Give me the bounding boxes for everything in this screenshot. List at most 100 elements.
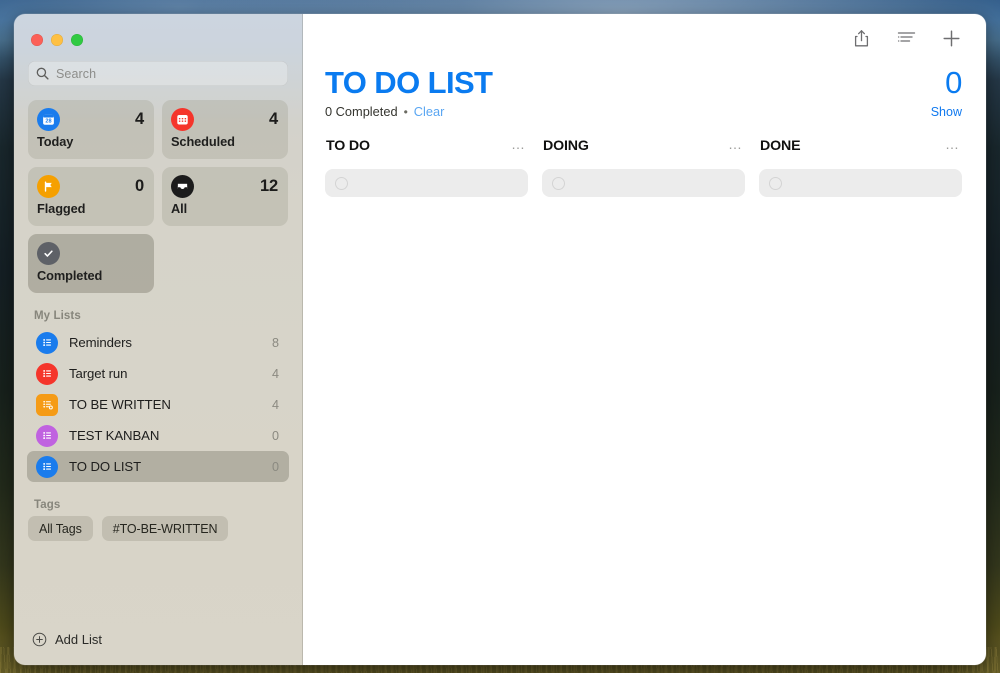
my-lists-heading: My Lists [34,310,81,322]
tag-all-tags[interactable]: All Tags [28,516,93,541]
checkmark-icon [37,242,60,265]
list-bullet-icon [36,331,58,354]
search-icon [36,67,49,80]
list-item-to-do-list[interactable]: TO DO LIST 0 [27,451,289,482]
today-count: 4 [135,110,144,128]
smart-list-scheduled[interactable]: 4 Scheduled [162,100,288,159]
close-button[interactable] [31,33,43,46]
column-title: TO DO [326,137,370,154]
smart-list-all[interactable]: 12 All [162,167,288,226]
new-task-row[interactable] [542,169,745,198]
kanban-board: TO DO … DOING … DONE … [303,119,986,665]
search-placeholder: Search [56,66,97,81]
window-controls [14,14,302,51]
list-bullet-icon [36,362,58,385]
my-lists: Reminders 8 Target run 4 TO BE WRITTEN 4… [14,327,302,482]
show-completed-link[interactable]: Show [931,105,962,119]
list-bullet-icon [36,424,58,447]
plus-circle-icon [32,632,47,647]
task-checkbox-icon[interactable] [769,176,782,190]
tag-to-be-written[interactable]: #TO-BE-WRITTEN [101,516,229,541]
list-item-count: 4 [271,397,279,412]
list-item-label: TO DO LIST [69,459,142,474]
svg-text:28: 28 [45,119,51,125]
all-count: 12 [260,177,278,195]
tags-heading: Tags [34,499,61,511]
header-top-row: TO DO LIST 0 [325,65,962,100]
desktop-background: Search 28 4 Today 4 Scheduled 0 Flagged … [0,0,1000,673]
smart-list-flagged[interactable]: 0 Flagged [28,167,154,226]
scheduled-count: 4 [269,110,278,128]
scheduled-label: Scheduled [171,134,235,149]
list-item-label: Reminders [69,335,132,350]
column-header: DONE … [759,136,962,155]
list-item-to-be-written[interactable]: TO BE WRITTEN 4 [27,389,289,420]
smart-card-top [37,242,144,265]
completed-label: Completed [37,268,103,283]
completed-group: 0 Completed • Clear [325,104,444,119]
list-header: TO DO LIST 0 0 Completed • Clear Show [303,62,986,120]
list-item-label: Target run [69,366,128,381]
list-item-label: TO BE WRITTEN [69,397,171,412]
header-sub-row: 0 Completed • Clear Show [325,104,962,119]
zoom-button[interactable] [71,33,83,46]
total-count: 0 [945,65,962,100]
column-done: DONE … [759,136,962,198]
smart-list-bullet-icon [36,393,58,416]
new-task-row[interactable] [325,169,528,198]
smart-list-completed[interactable]: Completed [28,234,154,293]
list-item-test-kanban[interactable]: TEST KANBAN 0 [27,420,289,451]
sidebar: Search 28 4 Today 4 Scheduled 0 Flagged … [14,14,303,665]
smart-card-top: 0 [37,175,144,198]
toolbar [303,14,986,62]
column-header: DOING … [542,136,745,155]
separator-dot: • [403,105,408,120]
calendar-icon [171,108,194,131]
list-bullet-icon [36,455,58,478]
list-item-label: TEST KANBAN [69,428,160,443]
reminders-window: Search 28 4 Today 4 Scheduled 0 Flagged … [14,14,986,665]
list-item-target-run[interactable]: Target run 4 [27,358,289,389]
search-input[interactable]: Search [28,61,288,86]
column-more-button[interactable]: … [728,137,743,153]
page-title: TO DO LIST [325,65,493,100]
share-button[interactable] [850,27,872,49]
list-view-options-button[interactable] [895,27,917,49]
list-item-count: 0 [271,459,279,474]
column-title: DOING [543,137,589,154]
column-more-button[interactable]: … [945,137,960,153]
completed-text: 0 Completed [325,104,398,120]
column-more-button[interactable]: … [511,137,526,153]
task-checkbox-icon[interactable] [552,176,565,190]
new-task-row[interactable] [759,169,962,198]
list-item-count: 4 [271,366,279,381]
smart-list-today[interactable]: 28 4 Today [28,100,154,159]
list-view-icon [897,32,915,42]
tags-row: All Tags #TO-BE-WRITTEN [14,516,302,541]
calendar-day-icon: 28 [37,108,60,131]
smart-card-top: 12 [171,175,278,198]
search-container: Search [14,51,302,86]
column-title: DONE [760,137,801,154]
add-list-label: Add List [55,632,102,647]
smart-lists-grid: 28 4 Today 4 Scheduled 0 Flagged 12 All … [14,86,302,293]
add-list-button[interactable]: Add List [14,632,302,665]
column-doing: DOING … [542,136,745,198]
column-header: TO DO … [325,136,528,155]
all-label: All [171,201,188,216]
clear-completed-link[interactable]: Clear [414,104,445,119]
column-to-do: TO DO … [325,136,528,198]
smart-card-top: 28 4 [37,108,144,131]
add-reminder-button[interactable] [940,27,962,49]
today-label: Today [37,134,74,149]
flagged-count: 0 [135,177,144,195]
flag-icon [37,175,60,198]
flagged-label: Flagged [37,201,86,216]
minimize-button[interactable] [51,33,63,46]
list-item-count: 8 [271,335,279,350]
share-icon [854,29,868,46]
list-item-reminders[interactable]: Reminders 8 [27,327,289,358]
smart-card-top: 4 [171,108,278,131]
inbox-icon [171,175,194,198]
task-checkbox-icon[interactable] [335,176,348,190]
